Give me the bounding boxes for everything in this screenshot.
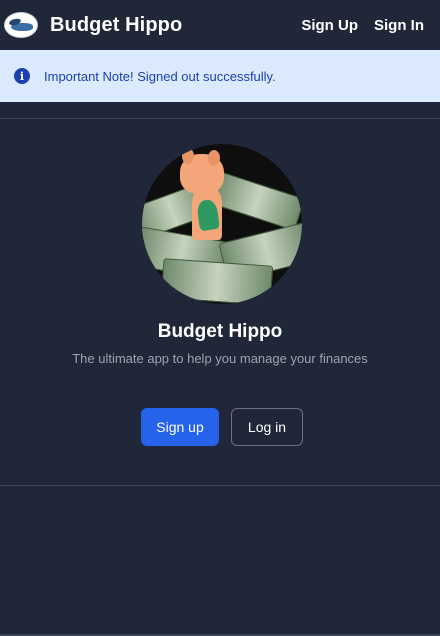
info-circle-icon: i	[14, 68, 30, 84]
sign-up-button[interactable]: Sign up	[141, 408, 219, 446]
alert-message: Important Note! Signed out successfully.	[44, 68, 276, 84]
log-in-button[interactable]: Log in	[231, 408, 303, 446]
navbar: Budget Hippo Sign Up Sign In	[0, 0, 440, 50]
hero-subtitle: The ultimate app to help you manage your…	[72, 351, 368, 366]
signout-alert: i Important Note! Signed out successfull…	[0, 50, 440, 102]
hero-title: Budget Hippo	[157, 321, 283, 342]
logo-icon[interactable]	[4, 12, 38, 38]
nav-sign-up-link[interactable]: Sign Up	[301, 17, 358, 34]
hippo-money-image	[142, 144, 302, 304]
nav-links: Sign Up Sign In	[301, 17, 436, 34]
hero-card: Budget Hippo The ultimate app to help yo…	[0, 118, 440, 486]
nav-sign-in-link[interactable]: Sign In	[374, 17, 424, 34]
brand-title[interactable]: Budget Hippo	[50, 14, 182, 37]
